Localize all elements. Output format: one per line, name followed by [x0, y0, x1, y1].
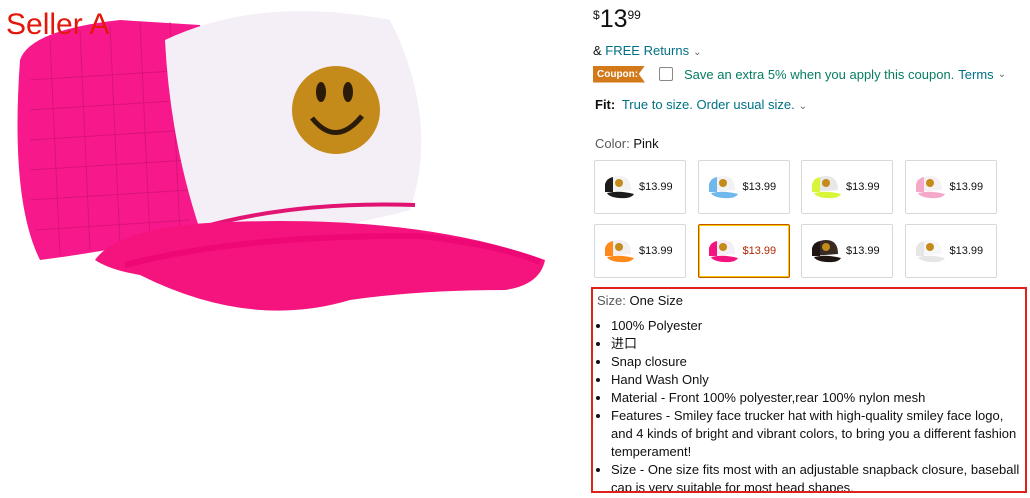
hat-thumbnail-icon	[605, 176, 634, 199]
color-value: Pink	[633, 136, 659, 151]
feature-bullets: 100% Polyester 进口 Snap closure Hand Wash…	[593, 317, 1025, 491]
coupon-row: Coupon: Save an extra 5% when you apply …	[593, 64, 1006, 84]
swatch-price: $13.99	[639, 245, 673, 257]
hat-thumbnail-icon	[708, 176, 738, 199]
list-item: Features - Smiley face trucker hat with …	[611, 407, 1025, 461]
hat-thumbnail-icon	[812, 240, 841, 263]
coupon-terms-link[interactable]: Terms	[958, 67, 993, 82]
color-swatch-neon-yellow[interactable]: $13.99	[801, 160, 893, 214]
swatch-price: $13.99	[949, 181, 984, 193]
returns-row: & FREE Returns ⌄	[593, 43, 702, 58]
list-item: Size - One size fits most with an adjust…	[611, 461, 1025, 491]
coupon-badge: Coupon:	[593, 65, 645, 83]
swatch-price: $13.99	[949, 245, 984, 257]
coupon-checkbox[interactable]	[659, 67, 673, 81]
list-item: 100% Polyester	[611, 317, 1025, 335]
fit-label: Fit:	[595, 97, 616, 112]
chevron-down-icon[interactable]: ⌄	[998, 69, 1006, 80]
color-label: Color:	[595, 136, 630, 151]
fit-value-link[interactable]: True to size. Order usual size.	[622, 97, 795, 112]
size-row: Size: One Size	[597, 293, 683, 308]
color-swatch-white[interactable]: $13.99	[904, 224, 997, 278]
size-value: One Size	[629, 293, 684, 308]
color-row: Color: Pink	[595, 136, 659, 151]
list-item: Snap closure	[611, 353, 1025, 371]
swatch-price: $13.99	[742, 181, 777, 193]
hat-thumbnail-icon	[915, 176, 945, 199]
price: $1399	[593, 5, 641, 34]
price-whole: 13	[599, 5, 628, 33]
color-swatch-pink[interactable]: $13.99	[697, 224, 790, 278]
hat-thumbnail-icon	[812, 176, 841, 199]
chevron-down-icon[interactable]: ⌄	[693, 47, 701, 58]
list-item: 进口	[611, 335, 1025, 353]
list-item: Material - Front 100% polyester,rear 100…	[611, 389, 1025, 407]
hat-thumbnail-icon	[605, 240, 634, 263]
free-returns-link[interactable]: FREE Returns	[605, 43, 689, 58]
returns-prefix: &	[593, 43, 602, 58]
price-fraction: 99	[627, 8, 641, 22]
hat-thumbnail-icon	[708, 240, 738, 263]
swatch-price: $13.99	[742, 245, 777, 257]
price-currency: $	[593, 8, 600, 22]
chevron-down-icon[interactable]: ⌄	[799, 101, 807, 112]
swatch-price: $13.99	[639, 181, 673, 193]
color-swatch-brown[interactable]: $13.99	[801, 224, 893, 278]
product-image[interactable]	[0, 0, 560, 390]
trucker-hat-image	[17, 11, 545, 311]
swatch-price: $13.99	[846, 245, 880, 257]
color-swatch-blue[interactable]: $13.99	[697, 160, 790, 214]
swatch-price: $13.99	[846, 181, 880, 193]
coupon-text[interactable]: Save an extra 5% when you apply this cou…	[684, 67, 954, 82]
list-item: Hand Wash Only	[611, 371, 1025, 389]
size-label: Size:	[597, 293, 626, 308]
color-swatch-light-pink[interactable]: $13.99	[904, 160, 997, 214]
color-swatch-orange[interactable]: $13.99	[594, 224, 686, 278]
highlight-box: Size: One Size 100% Polyester 进口 Snap cl…	[591, 287, 1027, 493]
seller-label: Seller A	[6, 8, 110, 41]
color-swatch-black[interactable]: $13.99	[594, 160, 686, 214]
fit-row: Fit: True to size. Order usual size. ⌄	[595, 97, 807, 112]
hat-thumbnail-icon	[915, 240, 945, 263]
